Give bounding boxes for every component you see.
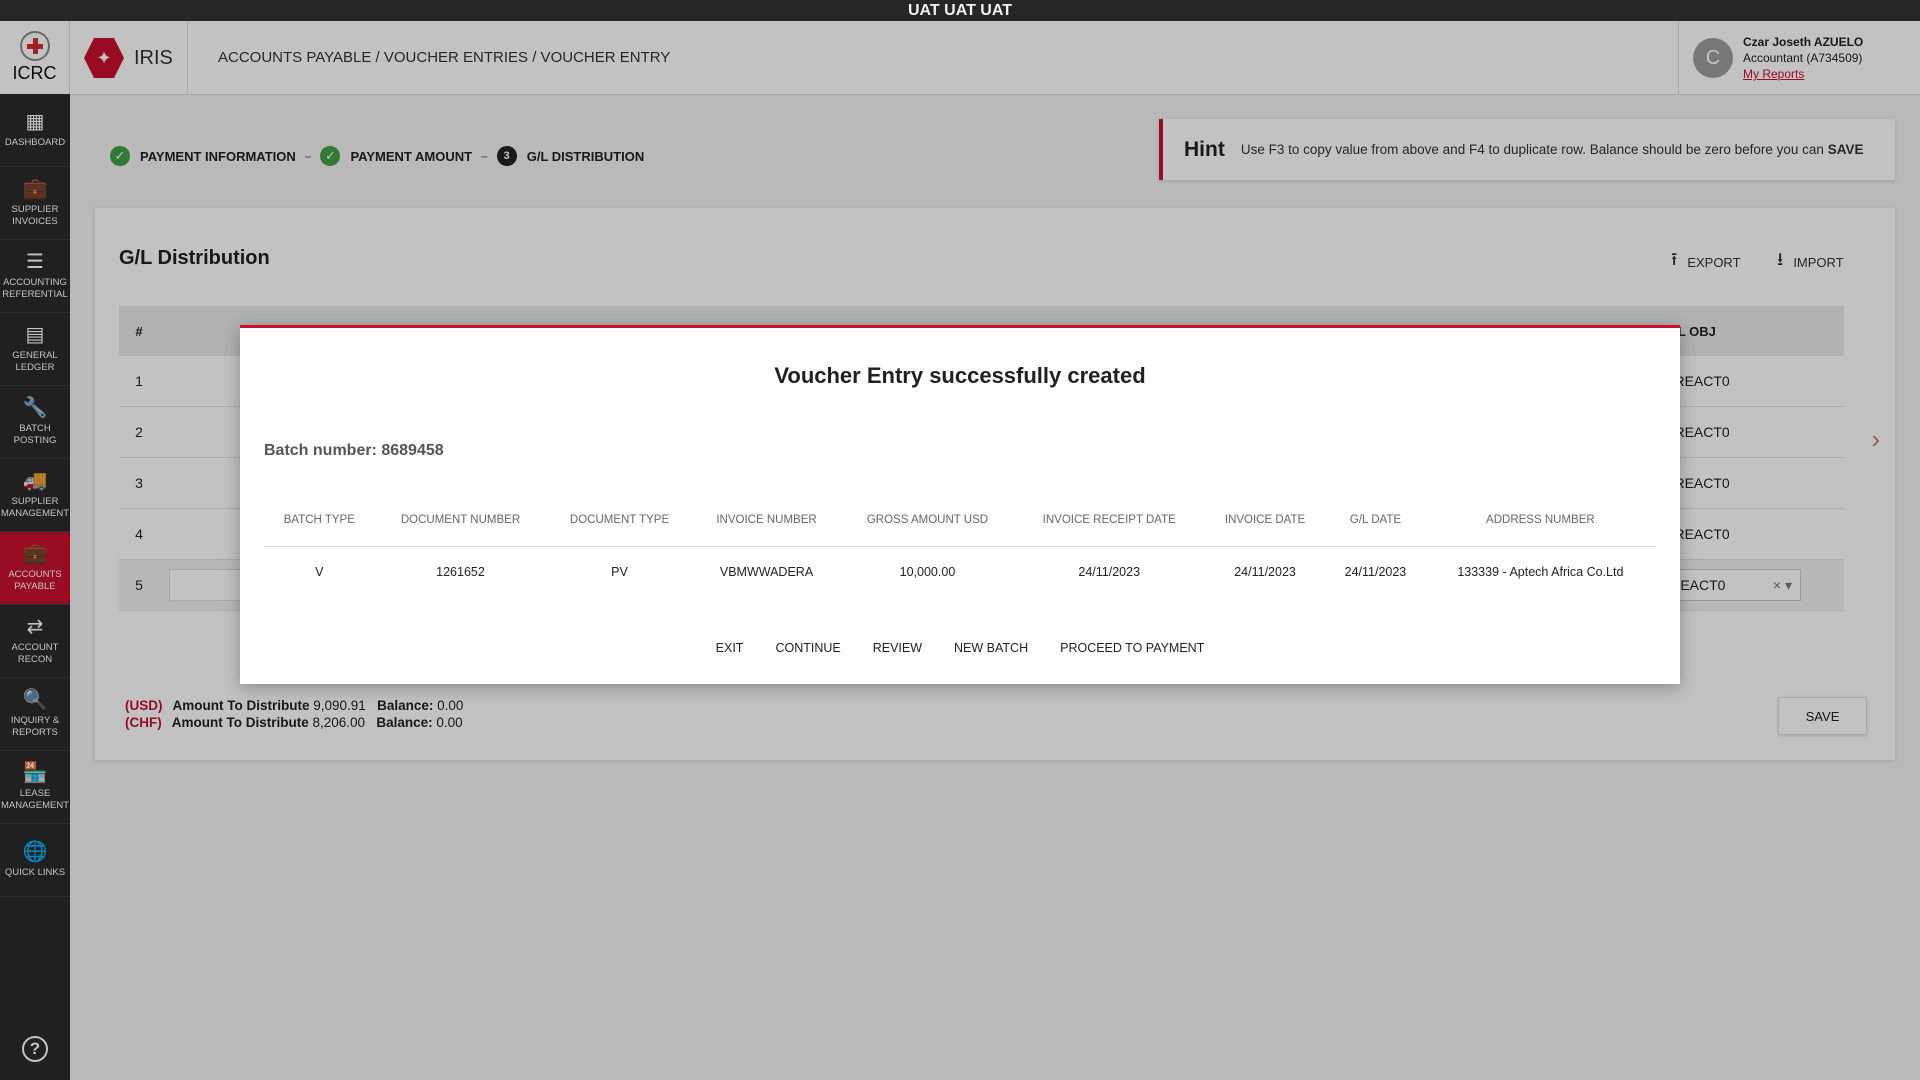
- column-header: INVOICE RECEIPT DATE: [1014, 496, 1204, 547]
- column-header: BATCH TYPE: [264, 496, 375, 547]
- table-cell: 1261652: [436, 564, 485, 579]
- new-batch-button[interactable]: NEW BATCH: [938, 641, 1044, 655]
- review-button[interactable]: REVIEW: [857, 641, 938, 655]
- table-cell: VBMWWADERA: [719, 564, 814, 579]
- success-dialog: Voucher Entry successfully created Batch…: [240, 325, 1680, 684]
- table-cell: 10,000.00: [899, 564, 956, 579]
- column-header: ADDRESS NUMBER: [1424, 496, 1656, 547]
- table-cell: 24/11/2023: [1344, 564, 1407, 579]
- continue-button[interactable]: CONTINUE: [759, 641, 856, 655]
- column-header: G/L DATE: [1326, 496, 1425, 547]
- column-header: DOCUMENT NUMBER: [374, 496, 547, 547]
- table-cell: 24/11/2023: [1078, 564, 1141, 579]
- dialog-actions: EXIT CONTINUE REVIEW NEW BATCH PROCEED TO PA…: [240, 641, 1680, 655]
- table-cell: 133339 - Aptech Africa Co.Ltd: [1457, 564, 1624, 579]
- column-header: INVOICE DATE: [1203, 496, 1327, 547]
- environment-banner: UAT UAT UAT: [0, 0, 1920, 21]
- column-header: INVOICE NUMBER: [692, 496, 841, 547]
- batch-number: Batch number: 8689458: [264, 442, 444, 459]
- column-header: DOCUMENT TYPE: [546, 496, 693, 547]
- dialog-title: Voucher Entry successfully created: [774, 363, 1146, 388]
- table-cell: 24/11/2023: [1234, 564, 1296, 579]
- table-row: V 1261652 PV VBMWWADERA 10,000.00 24/11/2023 2…: [264, 546, 1656, 598]
- exit-button[interactable]: EXIT: [700, 641, 760, 655]
- voucher-summary-table: BATCH TYPE DOCUMENT NUMBER DOCUMENT TYPE IN…: [264, 496, 1656, 598]
- column-header: GROSS AMOUNT USD: [840, 496, 1015, 547]
- table-cell: PV: [611, 564, 628, 579]
- proceed-to-payment-button[interactable]: PROCEED TO PAYMENT: [1044, 641, 1220, 655]
- table-cell: V: [315, 564, 324, 579]
